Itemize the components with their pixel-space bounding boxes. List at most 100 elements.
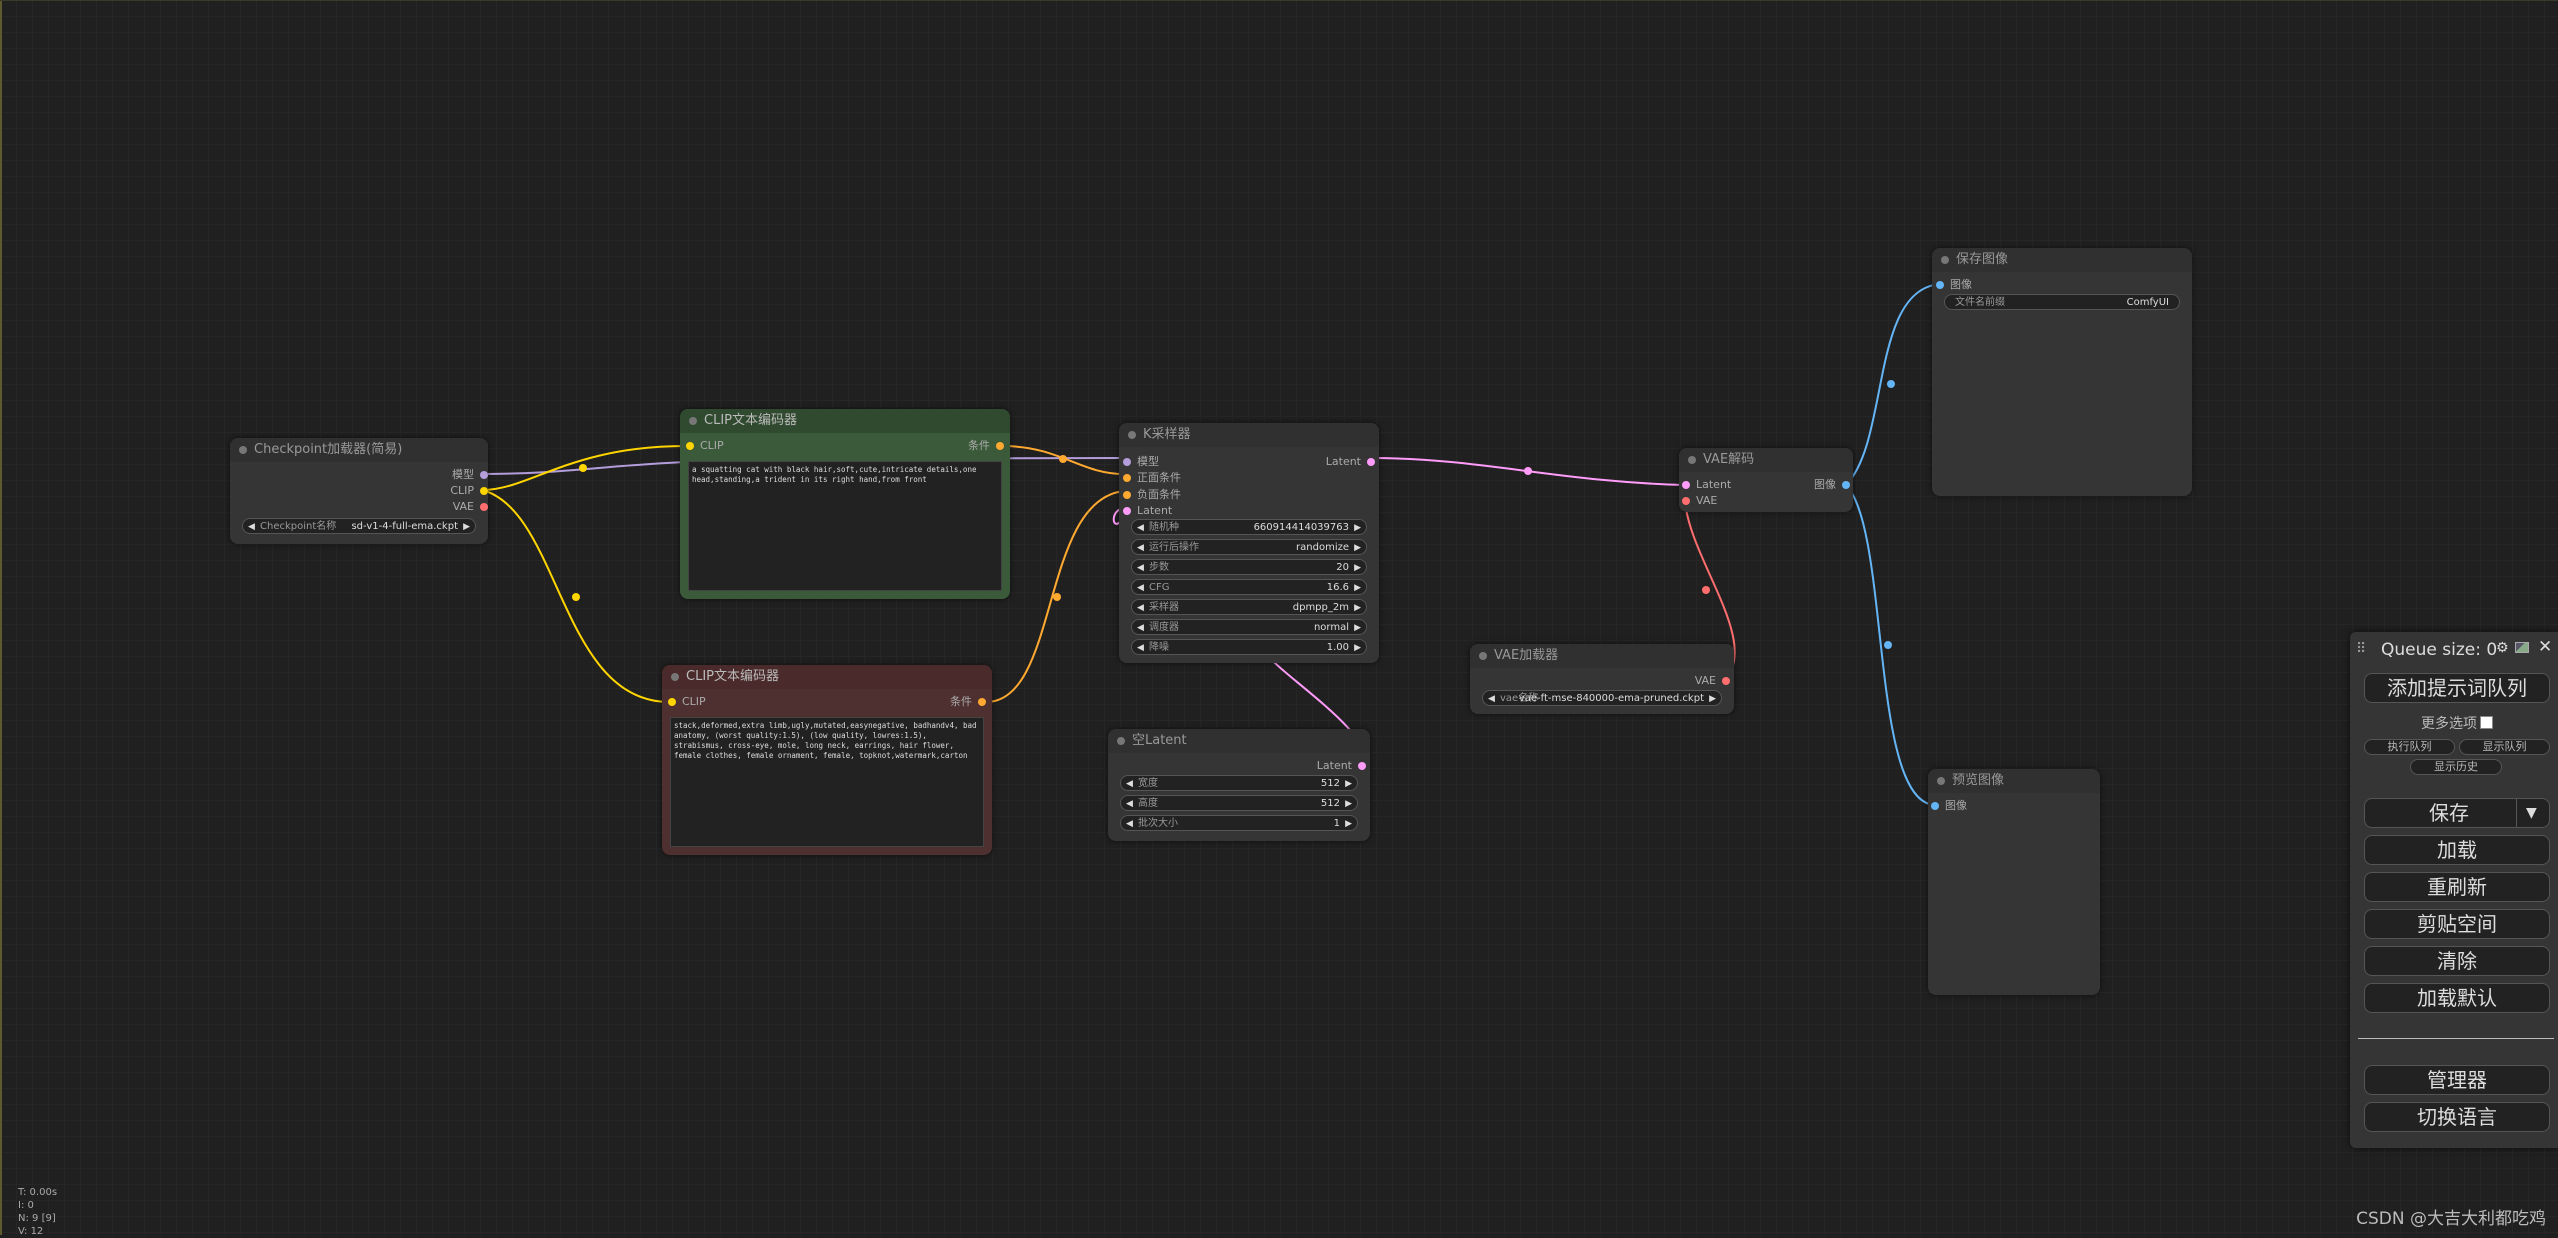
- output-image[interactable]: 图像: [1814, 478, 1850, 492]
- collapse-dot-icon[interactable]: [1479, 652, 1487, 660]
- arrow-left-icon[interactable]: ◀: [1137, 600, 1144, 614]
- collapse-dot-icon[interactable]: [689, 417, 697, 425]
- output-conditioning[interactable]: 条件: [950, 695, 986, 709]
- slot-dot-icon[interactable]: [1367, 458, 1375, 466]
- node-checkpoint-loader[interactable]: Checkpoint加载器(简易) 模型 CLIP VAE ◀ Checkpoi…: [230, 438, 488, 544]
- input-positive[interactable]: 正面条件: [1123, 471, 1181, 485]
- seed-number[interactable]: ◀ 随机种 660914414039763 ▶: [1131, 519, 1367, 535]
- drag-handle-icon[interactable]: ⠿: [2356, 641, 2366, 657]
- arrow-left-icon[interactable]: ◀: [1137, 620, 1144, 634]
- output-vae[interactable]: VAE: [1695, 674, 1730, 688]
- slot-dot-icon[interactable]: [1358, 762, 1366, 770]
- slot-dot-icon[interactable]: [1123, 458, 1131, 466]
- node-title[interactable]: VAE解码: [1679, 448, 1853, 472]
- arrow-right-icon[interactable]: ▶: [1354, 580, 1361, 594]
- node-title[interactable]: K采样器: [1119, 423, 1379, 447]
- arrow-right-icon[interactable]: ▶: [1354, 540, 1361, 554]
- link-midpoint[interactable]: [1059, 455, 1067, 463]
- collapse-dot-icon[interactable]: [1937, 777, 1945, 785]
- input-model[interactable]: 模型: [1123, 455, 1159, 469]
- node-title[interactable]: 空Latent: [1108, 729, 1370, 753]
- node-title[interactable]: 预览图像: [1928, 769, 2100, 793]
- collapse-dot-icon[interactable]: [1688, 456, 1696, 464]
- arrow-left-icon[interactable]: ◀: [1126, 776, 1133, 790]
- input-image[interactable]: 图像: [1931, 799, 1967, 813]
- arrow-left-icon[interactable]: ◀: [1126, 816, 1133, 830]
- batch-size-number[interactable]: ◀ 批次大小 1 ▶: [1120, 815, 1358, 831]
- slot-dot-icon[interactable]: [1682, 481, 1690, 489]
- arrow-left-icon[interactable]: ◀: [1137, 560, 1144, 574]
- input-latent[interactable]: Latent: [1123, 504, 1172, 518]
- slot-dot-icon[interactable]: [668, 698, 676, 706]
- node-title[interactable]: CLIP文本编码器: [680, 409, 1010, 433]
- load-button[interactable]: 加载: [2364, 835, 2550, 865]
- node-vae-loader[interactable]: VAE加载器 VAE ◀ vae名称 vae-ft-mse-840000-ema-p…: [1470, 644, 1734, 714]
- height-number[interactable]: ◀ 高度 512 ▶: [1120, 795, 1358, 811]
- node-empty-latent[interactable]: 空Latent Latent ◀ 宽度 512 ▶ ◀ 高度 512 ▶ ◀ 批次大小 1 ▶: [1108, 729, 1370, 841]
- input-clip[interactable]: CLIP: [668, 695, 706, 709]
- chevron-down-icon[interactable]: ▼: [2526, 798, 2537, 828]
- slot-dot-icon[interactable]: [996, 442, 1004, 450]
- extra-options-toggle[interactable]: 更多选项: [2364, 713, 2550, 733]
- vae-name-combo[interactable]: ◀ vae名称 vae-ft-mse-840000-ema-pruned.ckpt ▶: [1482, 690, 1722, 706]
- arrow-right-icon[interactable]: ▶: [1354, 640, 1361, 654]
- view-history-button[interactable]: 显示历史: [2410, 759, 2502, 775]
- output-latent[interactable]: Latent: [1326, 455, 1375, 469]
- arrow-right-icon[interactable]: ▶: [1354, 600, 1361, 614]
- input-image[interactable]: 图像: [1936, 278, 1972, 292]
- ckpt-name-combo[interactable]: ◀ Checkpoint名称 sd-v1-4-full-ema.ckpt ▶: [242, 518, 476, 534]
- node-clip-text-negative[interactable]: CLIP文本编码器 CLIP 条件 stack,deformed,extra l…: [662, 665, 992, 855]
- slot-dot-icon[interactable]: [686, 442, 694, 450]
- slot-dot-icon[interactable]: [480, 471, 488, 479]
- slot-dot-icon[interactable]: [1722, 677, 1730, 685]
- collapse-dot-icon[interactable]: [1941, 256, 1949, 264]
- filename-prefix-input[interactable]: 文件名前缀 ComfyUI: [1944, 294, 2180, 310]
- link-midpoint[interactable]: [1702, 586, 1710, 594]
- control-after-generate-combo[interactable]: ◀ 运行后操作 randomize ▶: [1131, 539, 1367, 555]
- input-vae[interactable]: VAE: [1682, 494, 1717, 508]
- input-clip[interactable]: CLIP: [686, 439, 724, 453]
- load-default-button[interactable]: 加载默认: [2364, 983, 2550, 1013]
- slot-dot-icon[interactable]: [480, 503, 488, 511]
- link-midpoint[interactable]: [1524, 467, 1532, 475]
- node-ksampler[interactable]: K采样器 模型 正面条件 负面条件 Latent Latent ◀ 随机种 6609…: [1119, 423, 1379, 663]
- manager-button[interactable]: 管理器: [2364, 1065, 2550, 1095]
- link-midpoint[interactable]: [579, 464, 587, 472]
- slot-dot-icon[interactable]: [1936, 281, 1944, 289]
- slot-dot-icon[interactable]: [1682, 497, 1690, 505]
- node-save-image[interactable]: 保存图像 图像 文件名前缀 ComfyUI: [1932, 248, 2192, 496]
- collapse-dot-icon[interactable]: [671, 673, 679, 681]
- denoise-number[interactable]: ◀ 降噪 1.00 ▶: [1131, 639, 1367, 655]
- refresh-button[interactable]: 重刷新: [2364, 872, 2550, 902]
- queue-prompt-button[interactable]: 添加提示词队列: [2364, 673, 2550, 703]
- arrow-left-icon[interactable]: ◀: [248, 519, 255, 533]
- output-conditioning[interactable]: 条件: [968, 439, 1004, 453]
- arrow-right-icon[interactable]: ▶: [1345, 816, 1352, 830]
- collapse-dot-icon[interactable]: [1117, 737, 1125, 745]
- output-vae[interactable]: VAE: [453, 500, 488, 514]
- slot-dot-icon[interactable]: [1931, 802, 1939, 810]
- link-midpoint[interactable]: [1884, 641, 1892, 649]
- arrow-right-icon[interactable]: ▶: [1354, 520, 1361, 534]
- slot-dot-icon[interactable]: [1123, 507, 1131, 515]
- collapse-dot-icon[interactable]: [1128, 431, 1136, 439]
- output-model[interactable]: 模型: [452, 468, 488, 482]
- switch-language-button[interactable]: 切换语言: [2364, 1102, 2550, 1132]
- node-title[interactable]: CLIP文本编码器: [662, 665, 992, 689]
- output-clip[interactable]: CLIP: [450, 484, 488, 498]
- node-clip-text-positive[interactable]: CLIP文本编码器 CLIP 条件 a squatting cat with b…: [680, 409, 1010, 599]
- view-queue-button[interactable]: 显示队列: [2459, 739, 2550, 755]
- arrow-left-icon[interactable]: ◀: [1137, 540, 1144, 554]
- arrow-left-icon[interactable]: ◀: [1488, 691, 1495, 705]
- arrow-right-icon[interactable]: ▶: [1345, 796, 1352, 810]
- slot-dot-icon[interactable]: [480, 487, 488, 495]
- clear-button[interactable]: 清除: [2364, 946, 2550, 976]
- prompt-textarea[interactable]: a squatting cat with black hair,soft,cut…: [688, 461, 1002, 591]
- arrow-right-icon[interactable]: ▶: [1354, 560, 1361, 574]
- arrow-left-icon[interactable]: ◀: [1137, 520, 1144, 534]
- sampler-combo[interactable]: ◀ 采样器 dpmpp_2m ▶: [1131, 599, 1367, 615]
- link-midpoint[interactable]: [1887, 380, 1895, 388]
- slot-dot-icon[interactable]: [978, 698, 986, 706]
- arrow-right-icon[interactable]: ▶: [1709, 691, 1716, 705]
- extra-options-checkbox[interactable]: [2480, 716, 2493, 729]
